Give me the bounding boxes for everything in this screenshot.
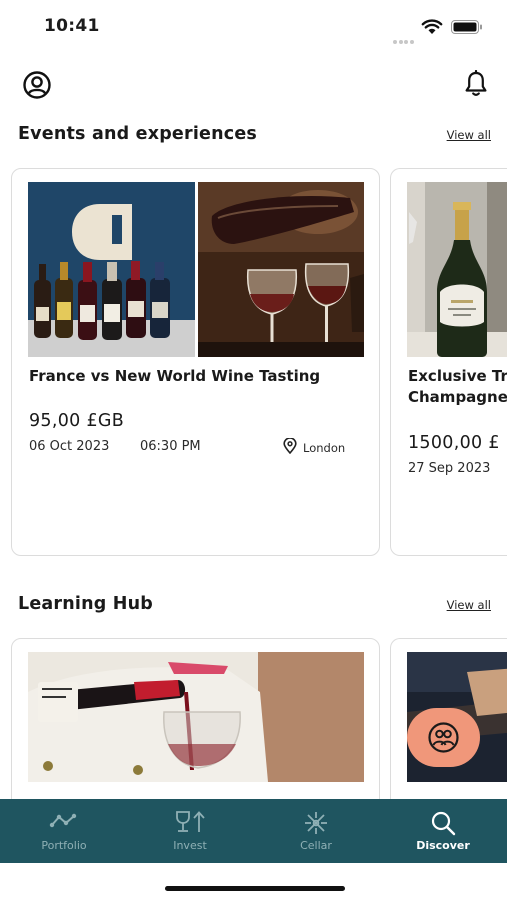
event-card-image-wine-tasting [28,182,364,357]
portfolio-chart-icon [49,813,77,828]
notification-bell-icon[interactable] [463,70,489,98]
events-view-all-link[interactable]: View all [447,128,491,142]
nav-label-discover: Discover [416,839,470,852]
location-pin-icon [283,438,297,454]
learning-section-header: Learning Hub View all [0,590,507,620]
nav-item-portfolio[interactable]: Portfolio [1,799,127,863]
event-card-image-champagne [407,182,507,357]
cellar-snowflake-icon [305,812,327,834]
learning-view-all-link[interactable]: View all [447,598,491,612]
event-card-france-vs-new-world[interactable]: France vs New World Wine Tasting 95,00 £… [11,168,380,556]
event-card-title-line1: Exclusive Tr [408,367,507,385]
event-card-title: Exclusive Tr Champagne [408,366,507,408]
nav-label-invest: Invest [173,839,207,852]
event-card-exclusive-champagne[interactable]: Exclusive Tr Champagne 1500,00 £ 27 Sep … [390,168,507,556]
discover-search-icon [431,811,456,836]
learning-section-title: Learning Hub [18,594,154,614]
event-card-date: 06 Oct 2023 [29,439,110,454]
top-bar [0,60,507,110]
event-card-location: London [303,441,346,455]
events-section-header: Events and experiences View all [0,120,507,150]
nav-label-cellar: Cellar [300,839,332,852]
community-people-icon [428,722,459,753]
nav-item-discover[interactable]: Discover [380,799,506,863]
event-card-title-line2: Champagne [408,388,507,406]
event-card-date: 27 Sep 2023 [408,461,491,476]
event-card-price: 95,00 £GB [29,411,125,431]
battery-icon [451,20,482,34]
event-card-title: France vs New World Wine Tasting [29,367,321,385]
nav-item-invest[interactable]: Invest [127,799,253,863]
cellular-signal-icon [393,29,415,44]
community-fab-button[interactable] [407,708,480,767]
nav-label-portfolio: Portfolio [41,839,87,852]
event-card-price: 1500,00 £ [408,433,500,453]
event-card-time: 06:30 PM [140,439,201,454]
events-section-title: Events and experiences [18,124,258,144]
invest-glass-arrow-icon [176,811,205,832]
status-time: 10:41 [44,16,100,36]
home-indicator[interactable] [165,886,345,891]
home-indicator-area [0,863,507,900]
bottom-navigation: Portfolio Invest Cellar Discover [0,799,507,863]
wifi-icon [421,19,443,34]
nav-item-cellar[interactable]: Cellar [253,799,379,863]
status-bar: 10:41 [0,0,507,56]
profile-icon[interactable] [22,70,52,100]
learning-card-image [28,652,364,782]
